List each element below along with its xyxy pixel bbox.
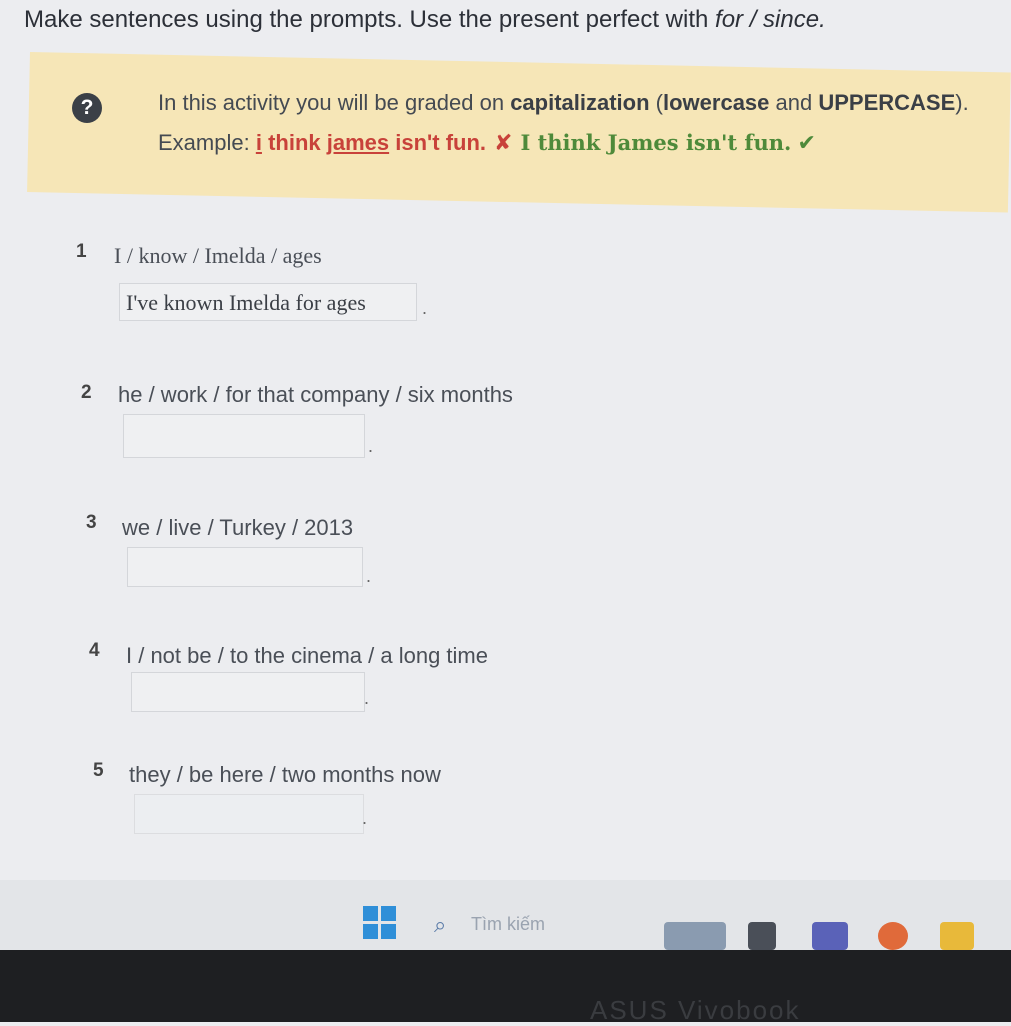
app-icon[interactable]	[748, 922, 776, 950]
answer-input[interactable]	[134, 794, 364, 834]
item-number: 2	[81, 382, 92, 403]
item-prompt: he / work / for that company / six month…	[118, 382, 513, 407]
brand-logo: ASUS Vivobook	[590, 995, 801, 1025]
period: .	[366, 566, 372, 586]
firefox-icon[interactable]	[878, 922, 908, 950]
wrong-james: james	[326, 130, 390, 155]
period: .	[368, 436, 374, 456]
note-text: ).	[955, 90, 969, 115]
taskbar-search-input[interactable]: Tìm kiếm	[471, 914, 545, 935]
teams-icon[interactable]	[812, 922, 848, 950]
search-icon[interactable]: ⌕	[434, 912, 456, 937]
note-bold-uppercase: UPPERCASE	[818, 90, 956, 115]
wrong-example: i think james isn't fun.	[256, 130, 486, 155]
help-icon: ?	[72, 93, 102, 123]
instruction-main: Make sentences using the prompts. Use th…	[24, 6, 716, 33]
example-line: Example: i think james isn't fun. ✘ I thin…	[158, 130, 816, 156]
note-bold-capitalization: capitalization	[510, 90, 650, 115]
note-text: In this activity you will be graded on	[158, 90, 511, 115]
item-number: 3	[86, 512, 97, 533]
example-label: Example:	[158, 130, 256, 155]
widget-icon[interactable]	[664, 922, 726, 950]
period: .	[362, 808, 368, 828]
note-bold-lowercase: lowercase	[663, 90, 770, 115]
laptop-bezel	[0, 950, 1011, 1022]
answer-input[interactable]: I've known Imelda for ages	[119, 283, 417, 321]
wrong-rest: isn't fun.	[389, 130, 487, 155]
answer-input[interactable]	[123, 414, 365, 458]
answer-input[interactable]	[127, 547, 363, 587]
item-prompt: I / not be / to the cinema / a long time	[126, 643, 488, 668]
item-number: 4	[89, 640, 100, 661]
folder-icon[interactable]	[940, 922, 974, 950]
correct-example: I think James isn't fun.	[520, 130, 792, 155]
note-text: (	[649, 90, 663, 115]
check-icon: ✔	[797, 130, 816, 155]
item-prompt: we / live / Turkey / 2013	[122, 515, 354, 540]
instruction-text: Make sentences using the prompts. Use th…	[24, 6, 826, 34]
period: .	[422, 298, 428, 318]
grading-note: In this activity you will be graded on c…	[158, 90, 969, 116]
item-prompt: they / be here / two months now	[129, 762, 441, 787]
item-prompt: I / know / Imelda / ages	[114, 243, 322, 268]
windows-start-icon[interactable]	[363, 906, 397, 940]
x-icon: ✘	[494, 130, 513, 155]
answer-input[interactable]	[131, 672, 365, 712]
period: .	[364, 688, 370, 708]
item-number: 1	[76, 241, 87, 262]
note-text: and	[769, 90, 819, 115]
wrong-think: think	[261, 130, 327, 155]
item-number: 5	[93, 760, 104, 781]
instruction-italic: for / since.	[715, 6, 826, 33]
